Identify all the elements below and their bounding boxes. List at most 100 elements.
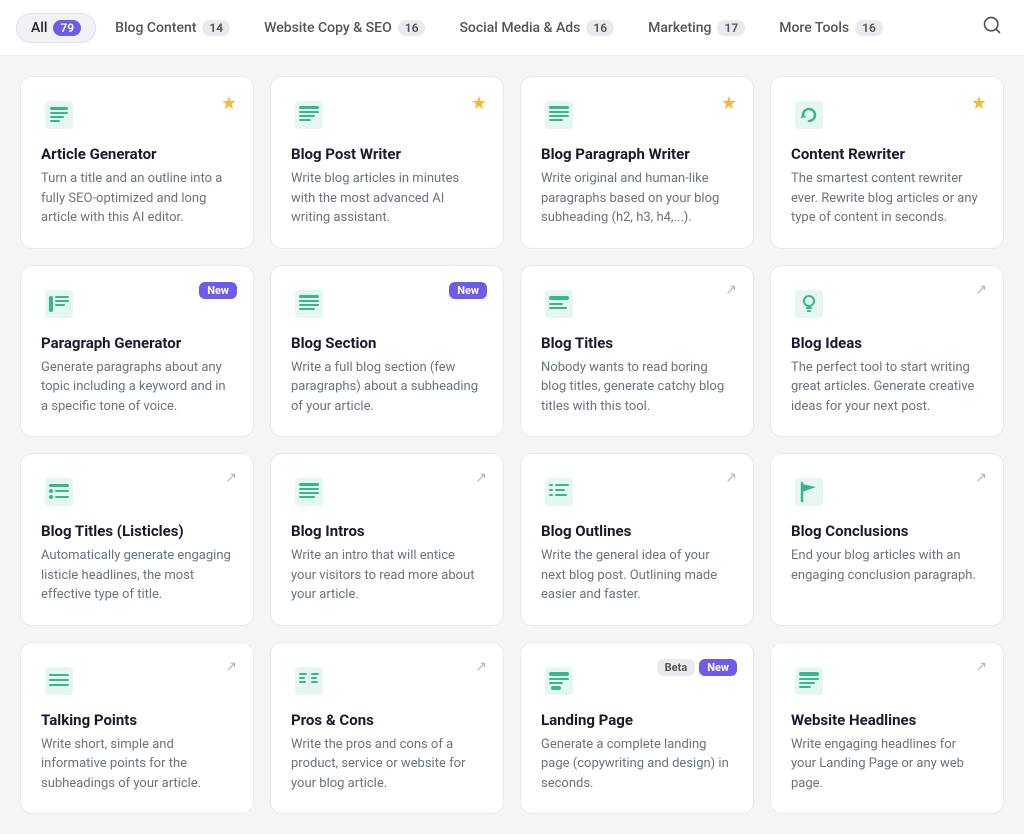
nav-tab-count: 16 (586, 20, 614, 36)
card-title: Blog Paragraph Writer (541, 145, 733, 163)
nav-tab-label: Blog Content (115, 20, 196, 36)
card-icon-paragraph-generator (41, 286, 77, 322)
search-icon[interactable] (976, 9, 1008, 46)
nav-tab-count: 16 (398, 20, 426, 36)
card-title: Landing Page (541, 711, 733, 729)
card-desc: Generate paragraphs about any topic incl… (41, 358, 233, 417)
card-icon-talking-points (41, 663, 77, 699)
card-icon-blog-intros (291, 474, 327, 510)
card-desc: Automatically generate engaging listicle… (41, 546, 233, 605)
card-desc: Write an intro that will entice your vis… (291, 546, 483, 605)
card-paragraph-generator[interactable]: New Paragraph Generator Generate paragra… (20, 265, 254, 438)
card-icon-blog-section (291, 286, 327, 322)
card-blog-titles-listicles[interactable]: ↗ Blog Titles (Listicles) Automatically … (20, 453, 254, 626)
card-title: Talking Points (41, 711, 233, 729)
card-desc: The perfect tool to start writing great … (791, 358, 983, 417)
card-desc: Write original and human-like paragraphs… (541, 169, 733, 228)
card-landing-page[interactable]: BetaNew Landing Page Generate a complete… (520, 642, 754, 815)
badge-container: BetaNew (657, 659, 737, 676)
star-icon: ★ (221, 93, 237, 114)
card-title: Blog Post Writer (291, 145, 483, 163)
card-title: Content Rewriter (791, 145, 983, 163)
card-blog-conclusions[interactable]: ↗ Blog Conclusions End your blog article… (770, 453, 1004, 626)
card-blog-ideas[interactable]: ↗ Blog Ideas The perfect tool to start w… (770, 265, 1004, 438)
nav-tab-count: 17 (717, 20, 745, 36)
nav-tab-label: Marketing (648, 20, 711, 36)
card-icon-content-rewriter (791, 97, 827, 133)
card-title: Blog Section (291, 334, 483, 352)
new-badge: New (449, 282, 487, 299)
card-icon-blog-conclusions (791, 474, 827, 510)
card-desc: Write blog articles in minutes with the … (291, 169, 483, 228)
card-content-rewriter[interactable]: ★ Content Rewriter The smartest content … (770, 76, 1004, 249)
arrow-icon: ↗ (725, 282, 737, 298)
card-icon-website-headlines (791, 663, 827, 699)
beta-badge: Beta (657, 659, 696, 676)
arrow-icon: ↗ (225, 470, 237, 486)
nav-tab-moretools[interactable]: More Tools 16 (764, 13, 898, 43)
card-desc: Nobody wants to read boring blog titles,… (541, 358, 733, 417)
card-icon-blog-titles (541, 286, 577, 322)
card-icon-blog-titles-listicles (41, 474, 77, 510)
card-blog-intros[interactable]: ↗ Blog Intros Write an intro that will e… (270, 453, 504, 626)
arrow-icon: ↗ (475, 470, 487, 486)
nav-tab-label: More Tools (779, 20, 849, 36)
card-pros-cons[interactable]: ↗ Pros & Cons Write the pros and cons of… (270, 642, 504, 815)
card-blog-post-writer[interactable]: ★ Blog Post Writer Write blog articles i… (270, 76, 504, 249)
card-title: Pros & Cons (291, 711, 483, 729)
card-title: Blog Ideas (791, 334, 983, 352)
card-title: Paragraph Generator (41, 334, 233, 352)
card-desc: Write engaging headlines for your Landin… (791, 735, 983, 794)
card-blog-titles[interactable]: ↗ Blog Titles Nobody wants to read borin… (520, 265, 754, 438)
card-title: Blog Conclusions (791, 522, 983, 540)
card-desc: The smartest content rewriter ever. Rewr… (791, 169, 983, 228)
arrow-icon: ↗ (975, 659, 987, 675)
arrow-icon: ↗ (475, 659, 487, 675)
card-icon-pros-cons (291, 663, 327, 699)
card-desc: Turn a title and an outline into a fully… (41, 169, 233, 228)
new-badge: New (199, 282, 237, 299)
card-desc: Write a full blog section (few paragraph… (291, 358, 483, 417)
card-icon-blog-post-writer (291, 97, 327, 133)
nav-tab-label: Website Copy & SEO (264, 20, 392, 36)
card-desc: Generate a complete landing page (copywr… (541, 735, 733, 794)
card-desc: Write the general idea of your next blog… (541, 546, 733, 605)
card-title: Website Headlines (791, 711, 983, 729)
card-title: Article Generator (41, 145, 233, 163)
nav-tab-websiteseo[interactable]: Website Copy & SEO 16 (249, 13, 440, 43)
nav-tab-count: 16 (855, 20, 883, 36)
nav-tab-marketing[interactable]: Marketing 17 (633, 13, 760, 43)
nav-tab-blog[interactable]: Blog Content 14 (100, 13, 245, 43)
nav-tab-label: All (31, 20, 47, 36)
nav-tab-all[interactable]: All 79 (16, 13, 96, 43)
card-title: Blog Titles (Listicles) (41, 522, 233, 540)
nav-tab-label: Social Media & Ads (459, 20, 580, 36)
card-blog-paragraph-writer[interactable]: ★ Blog Paragraph Writer Write original a… (520, 76, 754, 249)
star-icon: ★ (971, 93, 987, 114)
card-article-generator[interactable]: ★ Article Generator Turn a title and an … (20, 76, 254, 249)
nav-tab-count: 14 (202, 20, 230, 36)
arrow-icon: ↗ (725, 470, 737, 486)
nav-tab-social[interactable]: Social Media & Ads 16 (444, 13, 629, 43)
nav-tab-count: 79 (53, 20, 81, 36)
main-nav: All79Blog Content14Website Copy & SEO16S… (0, 0, 1024, 56)
arrow-icon: ↗ (975, 282, 987, 298)
card-blog-outlines[interactable]: ↗ Blog Outlines Write the general idea o… (520, 453, 754, 626)
card-icon-article-generator (41, 97, 77, 133)
card-title: Blog Outlines (541, 522, 733, 540)
card-icon-blog-ideas (791, 286, 827, 322)
new-badge: New (699, 659, 737, 676)
card-icon-landing-page (541, 663, 577, 699)
arrow-icon: ↗ (975, 470, 987, 486)
card-desc: End your blog articles with an engaging … (791, 546, 983, 585)
card-desc: Write the pros and cons of a product, se… (291, 735, 483, 794)
card-title: Blog Intros (291, 522, 483, 540)
card-icon-blog-outlines (541, 474, 577, 510)
badge-container: New (449, 282, 487, 299)
card-desc: Write short, simple and informative poin… (41, 735, 233, 794)
card-icon-blog-paragraph-writer (541, 97, 577, 133)
card-website-headlines[interactable]: ↗ Website Headlines Write engaging headl… (770, 642, 1004, 815)
badge-container: New (199, 282, 237, 299)
card-talking-points[interactable]: ↗ Talking Points Write short, simple and… (20, 642, 254, 815)
card-blog-section[interactable]: New Blog Section Write a full blog secti… (270, 265, 504, 438)
